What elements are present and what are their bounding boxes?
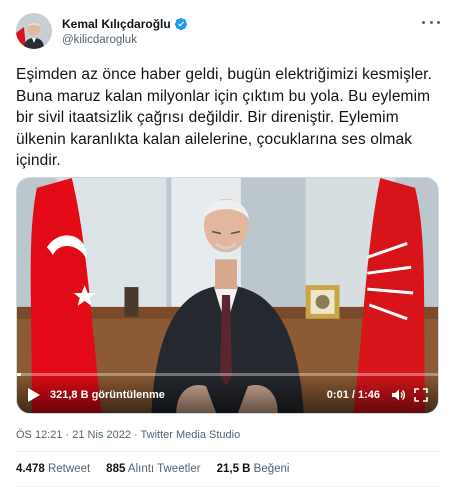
divider xyxy=(16,486,439,487)
more-options-icon[interactable] xyxy=(422,15,440,29)
video-time: 0:01 / 1:46 xyxy=(326,389,380,401)
quotes-stat[interactable]: 885 Alıntı Tweetler xyxy=(106,463,200,475)
video-view-count: 321,8 B görüntülenme xyxy=(50,389,165,401)
retweets-count: 4.478 xyxy=(16,463,45,475)
quotes-count: 885 xyxy=(106,463,126,475)
author-handle[interactable]: @kilicdarogluk xyxy=(62,34,188,46)
avatar[interactable] xyxy=(16,13,52,49)
video-player[interactable]: 321,8 B görüntülenme 0:01 / 1:46 xyxy=(16,177,439,414)
retweets-stat[interactable]: 4.478 Retweet xyxy=(16,463,90,475)
video-progress-fill xyxy=(17,373,22,376)
author-display-name[interactable]: Kemal Kılıçdaroğlu xyxy=(62,17,171,31)
author-names: Kemal Kılıçdaroğlu @kilicdarogluk xyxy=(62,16,188,46)
likes-count: 21,5 B xyxy=(216,463,251,475)
verified-badge-icon xyxy=(174,17,188,31)
likes-label: Beğeni xyxy=(253,463,290,475)
volume-icon[interactable] xyxy=(390,387,406,403)
play-icon[interactable] xyxy=(27,387,41,403)
divider xyxy=(16,451,439,452)
tweet-text: Eşimden az önce haber geldi, bugün elekt… xyxy=(16,66,432,169)
quotes-label: Alıntı Tweetler xyxy=(127,463,201,475)
tweet-stats: 4.478 Retweet 885 Alıntı Tweetler 21,5 B… xyxy=(16,463,305,475)
likes-stat[interactable]: 21,5 B Beğeni xyxy=(217,463,290,475)
tweet-timestamp[interactable]: ÖS 12:21 · 21 Nis 2022 · Twitter Media S… xyxy=(16,429,240,441)
video-progress-bar[interactable] xyxy=(17,373,438,376)
retweets-label: Retweet xyxy=(47,463,91,475)
tweet-header: Kemal Kılıçdaroğlu @kilicdarogluk xyxy=(16,13,440,53)
fullscreen-icon[interactable] xyxy=(414,388,428,402)
